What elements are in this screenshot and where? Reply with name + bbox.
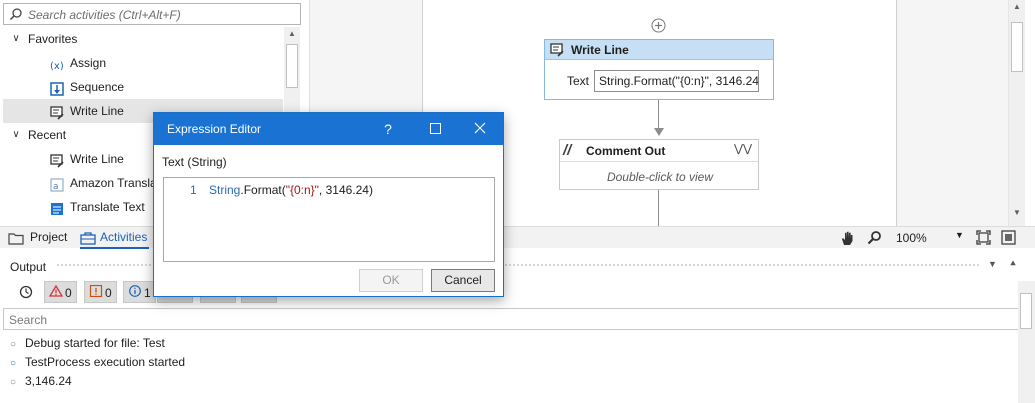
code-token: .Format(: [240, 183, 286, 197]
svg-text:(x): (x): [50, 61, 64, 72]
warnings-filter-button[interactable]: 0: [84, 281, 117, 303]
write-line-title: Write Line: [571, 43, 629, 57]
scrollbar-thumb[interactable]: [286, 44, 298, 88]
timestamp-toggle-icon[interactable]: [14, 281, 38, 303]
canvas-scrollbar[interactable]: ▲ ▼: [1008, 0, 1025, 226]
search-placeholder: Search: [9, 313, 48, 327]
sequence-connector: [658, 100, 659, 130]
tab-activities[interactable]: Activities: [80, 227, 150, 249]
write-line-icon: [50, 152, 64, 168]
expression-editor-dialog: Expression Editor ? Text (String) 1 Stri…: [153, 112, 504, 297]
errors-count: 0: [65, 286, 72, 300]
error-icon: [48, 284, 64, 297]
log-text: Debug started for file: Test: [25, 336, 165, 350]
scrollbar-thumb[interactable]: [1020, 293, 1032, 329]
group-label: Recent: [28, 128, 67, 142]
log-line: ○ 3,146.24: [10, 372, 72, 390]
warnings-count: 0: [105, 286, 112, 300]
activity-item-sequence[interactable]: Sequence: [3, 75, 283, 99]
help-button[interactable]: ?: [378, 119, 398, 139]
trace-icon: ○: [10, 377, 17, 388]
dialog-titlebar[interactable]: Expression Editor ?: [154, 113, 503, 145]
comment-out-activity[interactable]: // Comment Out ⋁⋁ Double-click to view: [559, 139, 759, 190]
output-search-input[interactable]: Search: [3, 308, 1019, 330]
tab-label: Project: [30, 230, 68, 244]
hand-icon[interactable]: [840, 230, 855, 249]
maximize-icon[interactable]: [425, 119, 445, 139]
write-line-icon: [50, 104, 64, 120]
dropdown-arrow-icon[interactable]: ▼: [955, 230, 964, 240]
output-title: Output: [10, 260, 47, 274]
amazon-translate-icon: a: [50, 176, 64, 192]
code-string-token: "{0:n}": [285, 183, 319, 197]
log-text: 3,146.24: [25, 374, 72, 388]
scroll-down-icon[interactable]: ▼: [1009, 206, 1025, 220]
comment-out-title: Comment Out: [586, 144, 666, 158]
group-favorites[interactable]: ∨ Favorites: [3, 27, 283, 51]
info-icon: [129, 285, 141, 297]
svg-text:a: a: [53, 182, 59, 192]
code-type-token: String: [209, 183, 241, 197]
comment-out-icon: //: [563, 142, 572, 159]
activity-label: Sequence: [70, 80, 125, 94]
tab-project[interactable]: Project: [8, 227, 67, 249]
comment-out-hint: Double-click to view: [606, 170, 714, 184]
ok-button[interactable]: OK: [359, 269, 423, 292]
chevron-down-icon[interactable]: ∨: [10, 123, 22, 147]
overview-icon[interactable]: [1001, 230, 1016, 248]
expression-code-editor[interactable]: 1 String.Format("{0:n}", 3146.24): [163, 177, 495, 262]
zoom-magnifier-icon[interactable]: [867, 230, 882, 248]
write-line-header[interactable]: Write Line: [545, 40, 773, 60]
search-icon: [9, 7, 23, 24]
comment-out-header[interactable]: // Comment Out ⋁⋁: [560, 140, 758, 162]
activity-label: Assign: [70, 56, 107, 70]
sequence-connector: [658, 190, 659, 226]
add-activity-icon[interactable]: [651, 18, 666, 36]
text-argument-label: Text: [567, 74, 590, 88]
chevron-down-icon[interactable]: ▼: [988, 259, 997, 269]
trace-icon: ○: [10, 339, 17, 350]
search-placeholder: Search activities (Ctrl+Alt+F): [28, 8, 181, 22]
scroll-up-icon[interactable]: ▲: [284, 27, 300, 41]
code-token: , 3146.24): [318, 183, 373, 197]
scroll-up-icon[interactable]: ▲: [1009, 0, 1025, 14]
tab-label: Activities: [100, 230, 148, 244]
translate-text-icon: [50, 200, 64, 215]
warning-icon: [89, 284, 103, 298]
pin-icon[interactable]: ⯅: [1009, 259, 1017, 270]
close-icon[interactable]: [470, 119, 490, 139]
write-line-icon: [550, 43, 564, 60]
info-count: 1: [144, 286, 151, 300]
activity-item-assign[interactable]: (x) Assign: [3, 51, 283, 75]
expression-field-label: Text (String): [162, 155, 227, 169]
zoom-value[interactable]: 100%: [896, 231, 927, 245]
output-scrollbar[interactable]: [1018, 281, 1035, 403]
activities-search-input[interactable]: Search activities (Ctrl+Alt+F): [3, 3, 301, 25]
log-text: TestProcess execution started: [25, 355, 186, 369]
fit-to-screen-icon[interactable]: [976, 230, 991, 248]
chevron-down-icon[interactable]: ∨: [10, 27, 22, 51]
errors-filter-button[interactable]: 0: [44, 281, 77, 303]
line-number: 1: [190, 183, 197, 197]
group-label: Favorites: [28, 32, 78, 46]
cancel-button[interactable]: Cancel: [431, 269, 495, 292]
log-line: ○ Debug started for file: Test: [10, 334, 165, 352]
connector-arrow-icon: [654, 128, 664, 136]
info-filter-button[interactable]: 1: [123, 281, 156, 303]
info-icon: ○: [10, 358, 17, 369]
scrollbar-thumb[interactable]: [1011, 22, 1023, 72]
write-line-activity[interactable]: Write Line Text String.Format("{0:n}", 3…: [544, 39, 774, 100]
log-line: ○ TestProcess execution started: [10, 353, 185, 371]
assign-icon: (x): [50, 56, 64, 72]
activity-label: Write Line: [70, 104, 124, 118]
activity-label: Translate Text: [70, 200, 145, 214]
activity-label: Write Line: [70, 152, 124, 166]
dialog-title: Expression Editor: [167, 122, 262, 136]
sequence-icon: [50, 80, 64, 96]
collapse-icon[interactable]: ⋁⋁: [734, 142, 752, 155]
text-argument-input[interactable]: String.Format("{0:n}", 3146.24): [594, 70, 759, 92]
expression-code[interactable]: String.Format("{0:n}", 3146.24): [209, 183, 373, 197]
